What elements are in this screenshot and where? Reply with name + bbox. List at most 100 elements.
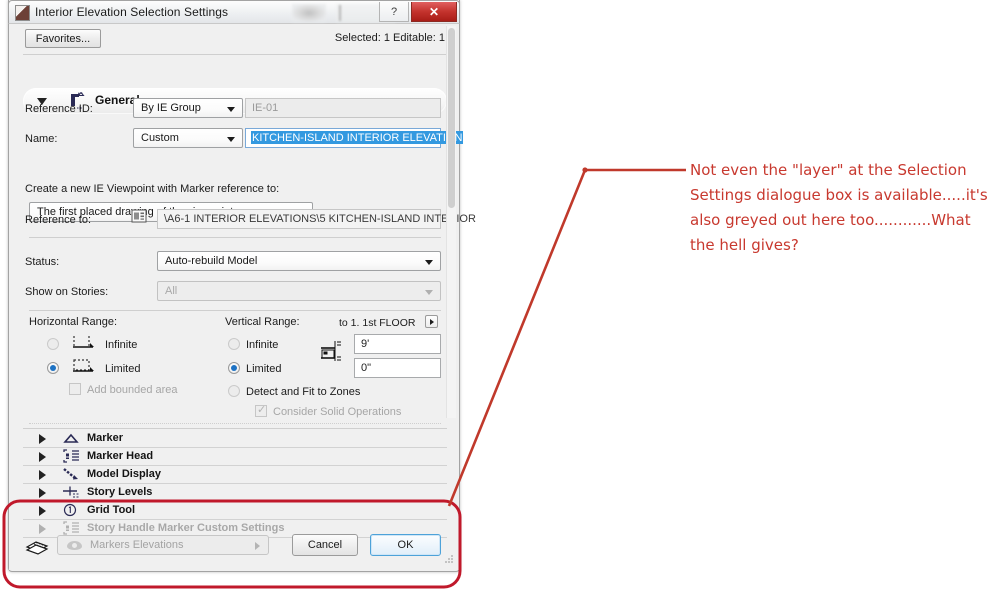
link-reference-icon[interactable] — [131, 209, 147, 223]
dialog-scrollbar[interactable] — [446, 26, 456, 418]
reference-to-value: \A6-1 INTERIOR ELEVATIONS\5 KITCHEN-ISLA… — [164, 213, 476, 225]
consider-solid-operations-label: Consider Solid Operations — [273, 406, 402, 418]
triangle-marker-icon — [63, 433, 79, 443]
viewpoint-reference-label: Create a new IE Viewpoint with Marker re… — [25, 183, 280, 195]
selection-info-label: Selected: 1 Editable: 1 — [334, 32, 445, 44]
section-row-marker-head[interactable]: Marker Head — [23, 448, 447, 466]
divider-reference — [29, 237, 441, 238]
reference-to-label: Reference to: — [25, 214, 92, 226]
name-mode-select[interactable]: Custom — [133, 128, 243, 148]
vertical-limited-label: Limited — [246, 363, 282, 375]
add-bounded-area-checkbox — [69, 383, 81, 395]
layer-value: Markers Elevations — [90, 539, 184, 551]
section-label: Story Levels — [87, 486, 153, 498]
chevron-down-icon — [425, 260, 433, 265]
dialog-footer: Markers Elevations Cancel OK — [9, 530, 459, 562]
name-value: KITCHEN-ISLAND INTERIOR ELEVATION — [251, 131, 464, 144]
help-button[interactable]: ? — [379, 2, 409, 22]
section-row-model-display[interactable]: Model Display — [23, 466, 447, 484]
chevron-right-icon[interactable] — [39, 452, 46, 462]
dialog-title: Interior Elevation Selection Settings — [35, 5, 229, 19]
section-label: Model Display — [87, 468, 161, 480]
reference-id-value: IE-01 — [252, 102, 279, 114]
chevron-right-icon — [255, 542, 260, 550]
vertical-infinite-label: Infinite — [246, 339, 279, 351]
horizontal-infinite-radio — [47, 338, 59, 350]
divider-sections-top — [23, 428, 447, 429]
ok-button[interactable]: OK — [370, 534, 441, 556]
name-input[interactable]: KITCHEN-ISLAND INTERIOR ELEVATION — [245, 128, 464, 148]
app-icon — [15, 5, 30, 21]
chevron-down-icon — [227, 107, 235, 112]
titlebar-artifact-3 — [339, 5, 341, 21]
story-next-button[interactable] — [425, 315, 438, 328]
annotation-leader-line — [447, 168, 686, 507]
chevron-right-icon[interactable] — [39, 434, 46, 444]
close-button[interactable]: ✕ — [411, 2, 457, 22]
detect-fit-zones-radio — [228, 385, 240, 397]
dialog-toolbar: Favorites... Selected: 1 Editable: 1 — [9, 24, 459, 52]
horizontal-limited-radio[interactable] — [47, 362, 59, 374]
layer-select: Markers Elevations — [57, 535, 269, 555]
name-label: Name: — [25, 133, 58, 145]
marker-head-icon — [63, 449, 79, 463]
story-levels-icon — [63, 486, 79, 498]
section-row-marker[interactable]: Marker — [23, 430, 447, 448]
name-mode-value: Custom — [141, 132, 179, 144]
scrollbar-thumb[interactable] — [448, 28, 455, 208]
interior-elevation-settings-dialog: Interior Elevation Selection Settings ? … — [8, 0, 476, 572]
limited-range-icon — [73, 359, 94, 372]
reference-id-field: IE-01 — [245, 98, 441, 118]
horizontal-infinite-label: Infinite — [105, 339, 138, 351]
consider-solid-operations-checkbox — [255, 403, 267, 417]
section-label: Marker — [87, 432, 124, 444]
chevron-right-icon[interactable] — [39, 470, 46, 480]
cancel-button[interactable]: Cancel — [292, 534, 358, 556]
status-value: Auto-rebuild Model — [165, 255, 258, 267]
titlebar-artifact-1 — [292, 4, 326, 22]
section-row-grid-tool[interactable]: Grid Tool — [23, 502, 447, 520]
horizontal-range-label: Horizontal Range: — [29, 316, 118, 328]
chevron-right-icon[interactable] — [39, 488, 46, 498]
vertical-infinite-radio — [228, 338, 240, 350]
reference-id-mode-value: By IE Group — [141, 102, 201, 114]
annotation-text: Not even the "layer" at the Selection Se… — [690, 161, 988, 254]
horizontal-limited-label: Limited — [105, 363, 141, 375]
section-row-story-levels[interactable]: Story Levels — [23, 484, 447, 502]
chevron-down-icon — [227, 137, 235, 142]
vertical-extent-icon — [321, 341, 341, 361]
vertical-top-value: 9' — [361, 338, 370, 350]
divider-ranges — [29, 423, 441, 424]
show-on-stories-select: All — [157, 281, 441, 301]
reference-id-label: Reference ID: — [25, 103, 93, 115]
grid-tool-icon — [63, 503, 77, 517]
vertical-story-label: to 1. 1st FLOOR — [339, 317, 416, 329]
detect-fit-zones-label: Detect and Fit to Zones — [246, 386, 361, 398]
eye-icon — [67, 541, 82, 550]
vertical-bottom-value: 0" — [361, 362, 372, 374]
vertical-top-input[interactable]: 9' — [354, 334, 441, 354]
dialog-title-bar[interactable]: Interior Elevation Selection Settings ? … — [8, 0, 460, 24]
vertical-range-label: Vertical Range: — [225, 316, 300, 328]
layers-icon[interactable] — [23, 535, 51, 557]
show-on-stories-value: All — [165, 285, 178, 297]
annotation-leader-node — [582, 167, 588, 173]
model-display-icon — [63, 468, 78, 480]
divider-toolbar — [23, 54, 447, 55]
chevron-right-icon[interactable] — [39, 506, 46, 516]
section-label: Grid Tool — [87, 504, 136, 516]
vertical-limited-radio[interactable] — [228, 362, 240, 374]
favorites-button[interactable]: Favorites... — [25, 29, 101, 48]
reference-id-mode-select[interactable]: By IE Group — [133, 98, 243, 118]
resize-grip[interactable] — [445, 555, 454, 564]
chevron-down-icon — [425, 290, 433, 295]
section-label: Marker Head — [87, 450, 154, 462]
reference-to-field[interactable]: \A6-1 INTERIOR ELEVATIONS\5 KITCHEN-ISLA… — [157, 209, 476, 229]
infinite-range-icon — [73, 336, 94, 348]
show-on-stories-label: Show on Stories: — [25, 286, 109, 298]
vertical-bottom-input[interactable]: 0" — [354, 358, 441, 378]
status-label: Status: — [25, 256, 60, 268]
add-bounded-area-label: Add bounded area — [87, 384, 178, 396]
status-select[interactable]: Auto-rebuild Model — [157, 251, 441, 271]
screenshot-root: Interior Elevation Selection Settings ? … — [0, 0, 999, 602]
